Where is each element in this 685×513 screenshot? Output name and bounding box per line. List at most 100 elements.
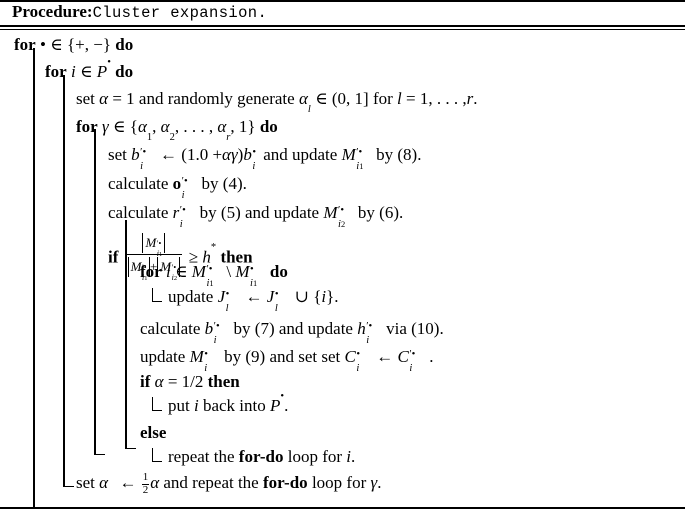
verb-calculate: calculate [108, 174, 169, 193]
bullet-superscript: • [107, 56, 111, 68]
keyword-if: if [108, 247, 119, 267]
line-for-gamma: for γ ∈ {α1, α2, . . . , αr, 1} do [76, 117, 278, 143]
update-text: by (5) and update [199, 203, 320, 222]
symbol-o-vector: o [172, 174, 182, 193]
verb-set: set [76, 89, 95, 108]
assign-arrow: ← [376, 347, 394, 366]
line-for-i: for i ∈ P• do [45, 57, 134, 81]
line-update-M-C: update M • i by (9) and set set C • i ← C ′• i… [140, 347, 434, 374]
loop-rule-for-gamma [94, 129, 103, 455]
symbol-gamma: γ [230, 145, 238, 164]
line-calc-r: calculate r ′• i by (5) and update M ′• i2 b… [108, 203, 404, 230]
subscript-l: l [307, 103, 311, 115]
header-rule-upper [0, 25, 685, 27]
symbol-M-prime: M [341, 145, 356, 164]
var-i: i [70, 62, 76, 81]
period: . [284, 396, 289, 415]
line-calc-o: calculate o ′• i by (4). [108, 174, 247, 201]
line-set-alpha-half: set α ← 12α and repeat the for-do loop f… [76, 471, 382, 496]
line-for-bullet: for • ∈ {+, −} do [14, 36, 133, 53]
keyword-do: do [115, 62, 134, 81]
element-of: ∈ [79, 62, 93, 81]
fraction-denominator: 2 [142, 483, 149, 496]
loop-for-text: loop for [287, 447, 343, 466]
symbol-J: J [266, 287, 275, 306]
verb-calculate: calculate [108, 203, 169, 222]
keyword-for: for [14, 35, 36, 54]
procedure-keyword: Procedure: [12, 2, 93, 21]
symbol-h-prime: h [357, 319, 366, 338]
line-if-alpha: if α = 1/2 then [140, 373, 240, 390]
symbol-J: J [217, 287, 226, 306]
var-gamma: γ [101, 117, 109, 136]
fraction-numerator: 1 [141, 471, 150, 485]
period: . [473, 89, 478, 108]
verb-calculate: calculate [140, 319, 201, 338]
symbol-M: M [235, 262, 250, 281]
equation-ref: by (4). [201, 174, 247, 193]
back-into-text: back into [202, 396, 266, 415]
line-else: else [140, 424, 166, 441]
var-i: i [193, 396, 199, 415]
symbol-alpha: α [99, 472, 109, 492]
symbol-alpha: α [154, 372, 164, 391]
update-text: by (7) and update [233, 319, 353, 338]
star-superscript: * [210, 242, 217, 254]
set-text: by (9) and set set [224, 347, 341, 366]
loop-rule-outer [33, 48, 42, 508]
keyword-for: for [140, 262, 162, 281]
loop-rule-for-i [63, 75, 72, 487]
keyword-for-do: for-do [262, 472, 308, 492]
line-repeat-for-i: repeat the for-do loop for i. [168, 448, 355, 465]
symbol-C-prime: C [397, 347, 409, 366]
keyword-do: do [259, 117, 278, 136]
keyword-do: do [269, 262, 288, 281]
fraction-numerator: M ′• i1 [125, 233, 182, 258]
index-range: = 1, [406, 89, 433, 108]
period: . [351, 447, 356, 466]
verb-update: update [140, 347, 186, 366]
procedure-name: Cluster expansion. [92, 4, 268, 22]
keyword-if: if [140, 372, 151, 391]
verb-set: set [76, 472, 95, 492]
assign-one-text: = 1 and randomly generate [112, 89, 295, 108]
element-of: ∈ [112, 117, 126, 136]
symbol-C: C [344, 347, 356, 366]
var-l: l [165, 262, 171, 281]
assign-expr: ← (1.0 + [160, 145, 223, 164]
symbol-M-prime: M [191, 262, 206, 281]
equation-ref: via (10). [386, 319, 444, 338]
period: . [377, 472, 382, 492]
symbol-alpha: α [150, 472, 160, 492]
procedure-header: Procedure:Cluster expansion. [0, 0, 685, 26]
repeat-text: and repeat the [163, 472, 259, 492]
ellipsis: . . . , [436, 89, 467, 108]
gamma-sequence: {α1, α2, . . . , αr, 1} [129, 117, 256, 143]
block-bracket-for-l [152, 288, 162, 302]
one-half-fraction: 12 [141, 471, 150, 496]
symbol-alpha: α [99, 89, 109, 108]
loop-domain-bullet: • ∈ {+, −} [39, 35, 111, 54]
keyword-then: then [207, 372, 240, 391]
period: . [429, 347, 434, 366]
bottom-rule [0, 507, 685, 509]
symbol-M: M [189, 347, 204, 366]
loop-for-text: loop for [311, 472, 367, 492]
repeat-text: repeat the [168, 447, 235, 466]
symbol-b-prime: b [204, 319, 214, 338]
line-for-l: for l ∈ M ′• i1 \ M • i1 do [140, 262, 288, 289]
symbol-r-prime: r [172, 203, 180, 222]
line-calc-b-h: calculate b ′• i by (7) and update h ′• i vi… [140, 319, 444, 346]
bullet-superscript: • [280, 390, 285, 402]
update-text: and update [263, 145, 338, 164]
line-update-J: update J • l ← J • l ∪ {i}. [168, 287, 339, 314]
keyword-for: for [45, 62, 67, 81]
assign-arrow: ← [245, 287, 263, 306]
line-set-b: set b ′• i ← (1.0 +αγ)b • i and update M ′• i1… [108, 145, 422, 172]
keyword-do: do [115, 35, 134, 54]
symbol-b-prime: b [131, 145, 140, 164]
symbol-alpha: α [222, 145, 231, 164]
element-of: ∈ [174, 262, 188, 281]
line-put-back: put i back into P•. [168, 391, 289, 415]
symbol-b: b [243, 145, 252, 164]
